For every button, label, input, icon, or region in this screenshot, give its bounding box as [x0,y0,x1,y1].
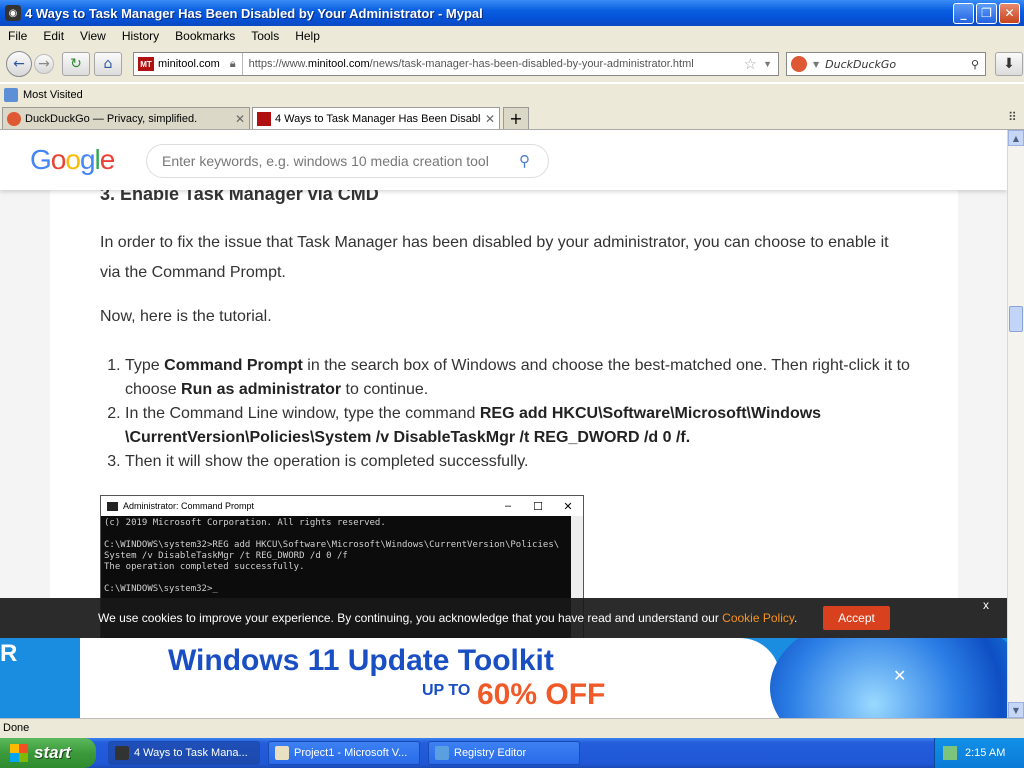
minimize-button[interactable]: _ [953,2,974,24]
taskbar: start 4 Ways to Task Mana... Project1 - … [0,738,1024,768]
ad-close-icon[interactable]: ✕ [893,666,906,685]
ad-headline: Windows 11 Update Toolkit [168,644,554,677]
vb-icon [275,746,289,760]
taskbar-item-browser[interactable]: 4 Ways to Task Mana... [108,741,260,765]
ad-upto: UP TO [422,682,471,699]
menu-edit[interactable]: Edit [35,29,72,43]
tab-label: DuckDuckGo — Privacy, simplified. [25,112,198,125]
site-search-input[interactable]: Enter keywords, e.g. windows 10 media cr… [146,144,549,178]
forward-button[interactable]: → [34,54,54,74]
tab-close-icon[interactable]: ✕ [485,112,495,126]
menu-file[interactable]: File [0,29,35,43]
navigation-toolbar: ← → ↻ ⌂ MT minitool.com 🔒︎ https://www.m… [0,46,1024,82]
site-header: Google Enter keywords, e.g. windows 10 m… [0,130,1007,190]
close-button[interactable]: ✕ [999,2,1020,24]
search-icon[interactable]: ⚲ [519,152,530,170]
scroll-down-icon[interactable]: ▼ [1008,702,1024,718]
lock-icon: 🔒︎ [229,57,236,70]
accept-cookies-button[interactable]: Accept [823,606,890,630]
network-icon[interactable] [943,746,957,760]
ad-letter: R [0,640,18,667]
maximize-button[interactable]: ❐ [976,2,997,24]
tab-close-icon[interactable]: ✕ [235,112,245,126]
cookie-banner: We use cookies to improve your experienc… [0,598,1007,638]
site-identity[interactable]: MT minitool.com 🔒︎ [134,53,243,75]
menu-bookmarks[interactable]: Bookmarks [167,29,243,43]
ad-discount: 60% OFF [477,678,606,711]
cmd-icon [107,501,118,511]
cookie-policy-link[interactable]: Cookie Policy [722,611,794,625]
site-identity-label: minitool.com [158,58,220,70]
bookmark-folder-icon [4,88,18,102]
page-scrollbar[interactable]: ▲ ▼ [1007,130,1024,718]
menu-tools[interactable]: Tools [243,29,287,43]
site-search-placeholder: Enter keywords, e.g. windows 10 media cr… [162,153,489,169]
taskbar-item-registry-editor[interactable]: Registry Editor [428,741,580,765]
list-item: Then it will show the operation is compl… [125,450,910,474]
menu-view[interactable]: View [72,29,114,43]
menu-help[interactable]: Help [287,29,328,43]
tab-duckduckgo[interactable]: DuckDuckGo — Privacy, simplified. ✕ [2,107,250,129]
browser-icon [115,746,129,760]
url-dropdown-icon[interactable]: ▼ [763,59,772,69]
ad-banner[interactable]: R Windows 11 Update Toolkit UP TO 60% OF… [0,638,1007,718]
search-box[interactable]: ▼ DuckDuckGo ⚲ [786,52,986,76]
paragraph-tutorial: Now, here is the tutorial. [100,308,272,325]
clock: 2:15 AM [965,747,1006,759]
duckduckgo-icon [791,56,807,72]
paragraph-intro: In order to fix the issue that Task Mana… [100,234,889,281]
browser-icon: ◉ [5,5,21,21]
cmd-title: Administrator: Command Prompt [123,501,255,511]
menu-history[interactable]: History [114,29,167,43]
scroll-up-icon[interactable]: ▲ [1008,130,1024,146]
bookmark-star-icon[interactable]: ☆ [744,55,757,73]
url-domain: minitool.com [307,58,370,70]
cmd-output: (c) 2019 Microsoft Corporation. All righ… [104,518,560,594]
minitool-logo-icon: MT [138,57,154,71]
search-icon[interactable]: ⚲ [971,58,979,71]
taskbar-item-project1[interactable]: Project1 - Microsoft V... [268,741,420,765]
url-path: /news/task-manager-has-been-disabled-by-… [369,58,694,70]
menu-bar: File Edit View History Bookmarks Tools H… [0,26,1024,46]
windows-swirl-graphic [770,638,1007,718]
reload-button[interactable]: ↻ [62,52,90,76]
most-visited-bookmark[interactable]: Most Visited [23,89,83,101]
url-bar[interactable]: MT minitool.com 🔒︎ https://www.minitool.… [133,52,779,76]
minitool-icon [257,111,271,126]
back-button[interactable]: ← [6,51,32,77]
search-placeholder: DuckDuckGo [825,57,897,71]
system-tray: 2:15 AM [934,738,1024,768]
cookie-close-button[interactable]: x [983,598,989,612]
tab-label: 4 Ways to Task Manager Has Been Disabled… [275,112,481,125]
search-engine-dropdown-icon[interactable]: ▼ [813,60,819,69]
scroll-thumb[interactable] [1009,306,1023,332]
google-logo[interactable]: Google [30,144,115,176]
registry-icon [435,746,449,760]
cookie-text: We use cookies to improve your experienc… [98,611,798,625]
url-prefix: https://www. [248,58,308,70]
tab-strip: DuckDuckGo — Privacy, simplified. ✕ 4 Wa… [0,106,1024,130]
url-text[interactable]: https://www.minitool.com/news/task-manag… [243,58,744,70]
tab-list-icon[interactable]: ⠿ [1008,110,1017,124]
cmd-window-controls: – ☐ ✕ [504,499,573,513]
window-title: 4 Ways to Task Manager Has Been Disabled… [25,5,483,21]
bookmarks-toolbar: Most Visited [0,84,1024,106]
page-content: Google Enter keywords, e.g. windows 10 m… [0,130,1007,718]
windows-flag-icon [10,744,28,762]
list-item: In the Command Line window, type the com… [125,402,910,450]
start-button[interactable]: start [0,738,96,768]
status-bar: Done [0,718,1024,738]
tab-minitool[interactable]: 4 Ways to Task Manager Has Been Disabled… [252,107,500,129]
download-button[interactable]: ⬇ [995,52,1023,76]
list-item: Type Command Prompt in the search box of… [125,354,910,402]
start-label: start [34,743,71,762]
steps-list: Type Command Prompt in the search box of… [100,354,910,474]
duckduckgo-icon [7,111,21,126]
cmd-titlebar: Administrator: Command Prompt – ☐ ✕ [101,496,583,516]
new-tab-button[interactable]: + [503,107,529,129]
title-bar: ◉ 4 Ways to Task Manager Has Been Disabl… [0,0,1024,26]
home-button[interactable]: ⌂ [94,52,122,76]
